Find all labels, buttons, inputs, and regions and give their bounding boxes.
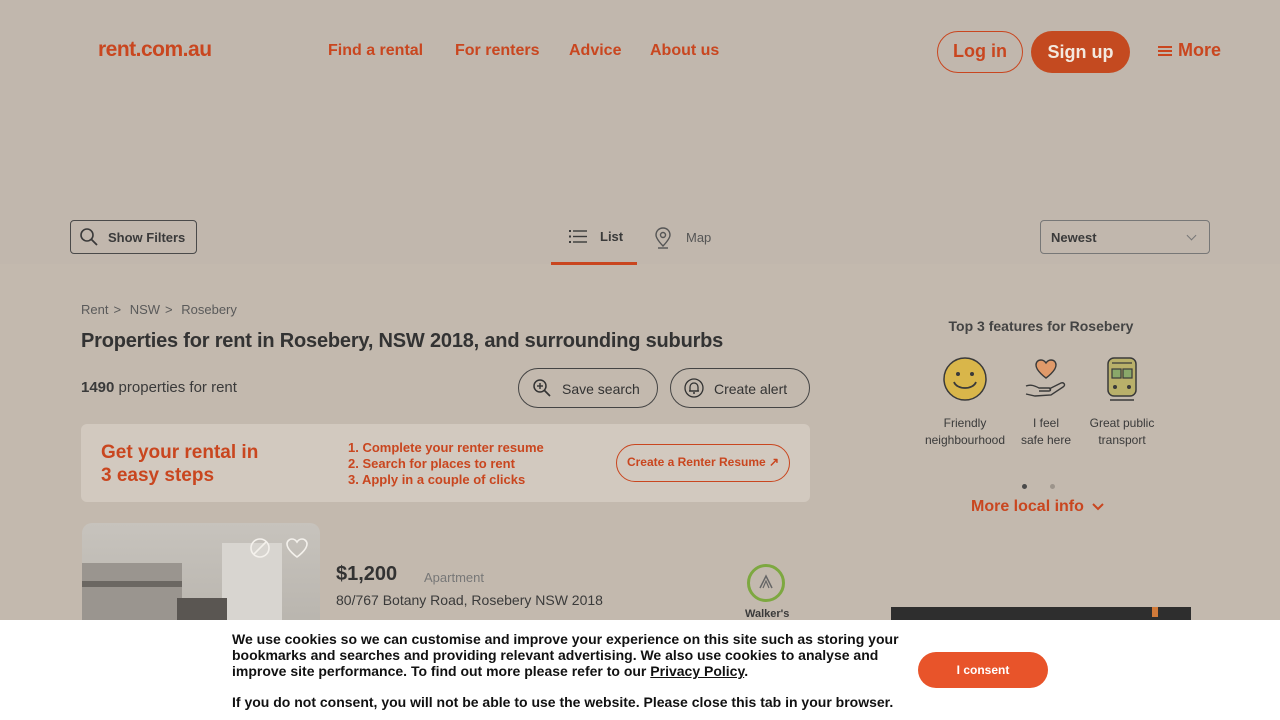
feature-label-line: transport	[1098, 433, 1146, 447]
nav-about-us[interactable]: About us	[650, 42, 719, 60]
heart-icon[interactable]	[285, 537, 309, 559]
bell-icon	[684, 378, 704, 398]
cookie-message-text: .	[744, 663, 749, 679]
results-count: 1490 properties for rent	[81, 379, 237, 396]
chevron-down-icon	[1186, 230, 1197, 241]
feature-label-line: Friendly	[943, 416, 987, 430]
feature-label-line: I feel	[1032, 416, 1059, 430]
login-button[interactable]: Log in	[937, 31, 1023, 73]
tab-map-label: Map	[686, 230, 712, 245]
breadcrumb-separator: >	[113, 302, 122, 317]
carousel-dot-active[interactable]	[1022, 484, 1027, 489]
top-features-title: Top 3 features for Rosebery	[948, 318, 1134, 334]
cookie-banner: We use cookies so we can customise and i…	[0, 620, 1280, 720]
breadcrumb-nsw[interactable]: NSW	[130, 302, 160, 317]
breadcrumb: Rent > NSW > Rosebery	[81, 302, 242, 317]
feature-label-line: neighbourhood	[924, 433, 1006, 447]
more-label: More	[1178, 40, 1222, 60]
promo-step: 1. Complete your renter resume	[348, 440, 544, 455]
train-icon	[1107, 357, 1137, 401]
more-local-info-button[interactable]: More local info	[971, 498, 1105, 516]
hamburger-icon	[1158, 44, 1172, 58]
listing-address[interactable]: 80/767 Botany Road, Rosebery NSW 2018	[336, 592, 603, 608]
page-title: Properties for rent in Rosebery, NSW 201…	[81, 330, 724, 352]
nav-for-renters[interactable]: For renters	[455, 42, 539, 60]
show-filters-label: Show Filters	[108, 230, 186, 245]
results-suffix: properties for rent	[118, 379, 237, 396]
cookie-message-text: We use cookies so we can customise and i…	[232, 631, 899, 679]
walkers-badge-icon	[747, 564, 785, 602]
walkers-badge-label: Walker's	[745, 608, 790, 620]
signup-button[interactable]: Sign up	[1031, 31, 1130, 73]
privacy-policy-link[interactable]: Privacy Policy	[650, 663, 744, 679]
breadcrumb-rent[interactable]: Rent	[81, 302, 108, 317]
renter-resume-promo: Get your rental in 3 easy steps 1. Compl…	[81, 424, 810, 502]
more-menu-button[interactable]: More	[1158, 40, 1221, 61]
promo-step: 3. Apply in a couple of clicks	[348, 472, 526, 487]
save-search-label: Save search	[562, 381, 640, 397]
tab-map[interactable]: Map	[652, 220, 732, 265]
more-local-info-label: More local info	[971, 498, 1084, 515]
create-renter-resume-button[interactable]: Create a Renter Resume ↗	[616, 444, 790, 482]
consent-button[interactable]: I consent	[918, 652, 1048, 688]
feature-label-line: Great public	[1089, 416, 1155, 430]
feature-friendly-neighbourhood: Friendly neighbourhood	[922, 356, 1008, 449]
save-search-button[interactable]: Save search	[518, 368, 658, 408]
nav-advice[interactable]: Advice	[569, 42, 621, 60]
show-filters-button[interactable]: Show Filters	[70, 220, 197, 254]
listing-type: Apartment	[424, 570, 484, 585]
sort-value: Newest	[1051, 230, 1097, 245]
promo-heading-line: Get your rental in	[101, 442, 259, 463]
tab-list-label: List	[600, 229, 624, 244]
site-header: rent.com.au Find a rental For renters Ad…	[0, 0, 1280, 265]
promo-heading-line: 3 easy steps	[101, 465, 215, 486]
heart-hand-icon	[1025, 359, 1066, 397]
cookie-note: If you do not consent, you will not be a…	[232, 694, 894, 710]
listing-price: $1,200	[336, 563, 398, 585]
carousel-dot[interactable]	[1050, 484, 1055, 489]
create-alert-label: Create alert	[714, 381, 788, 397]
promo-step: 2. Search for places to rent	[348, 456, 515, 471]
create-alert-button[interactable]: Create alert	[670, 368, 810, 408]
results-number: 1490	[81, 379, 115, 396]
sort-select[interactable]: Newest	[1040, 220, 1210, 254]
smiley-icon	[943, 357, 987, 401]
breadcrumb-rosebery[interactable]: Rosebery	[181, 302, 237, 317]
carousel-dots	[1022, 476, 1078, 494]
site-logo[interactable]: rent.com.au	[98, 38, 212, 62]
breadcrumb-separator: >	[165, 302, 173, 317]
hide-listing-icon[interactable]	[249, 537, 271, 559]
cookie-message: We use cookies so we can customise and i…	[232, 631, 912, 679]
promo-steps: 1. Complete your renter resume 2. Search…	[348, 440, 544, 488]
map-pin-icon	[655, 227, 671, 249]
search-icon	[80, 228, 98, 246]
feature-public-transport: Great public transport	[1079, 356, 1165, 449]
tab-list[interactable]: List	[551, 220, 637, 265]
feature-label-line: safe here	[1020, 433, 1072, 447]
chevron-down-icon	[1092, 503, 1105, 511]
list-icon	[569, 230, 587, 243]
zoom-plus-icon	[533, 379, 551, 397]
promo-heading: Get your rental in 3 easy steps	[101, 441, 301, 487]
feature-feel-safe: I feel safe here	[1003, 356, 1089, 449]
nav-find-a-rental[interactable]: Find a rental	[328, 42, 423, 60]
